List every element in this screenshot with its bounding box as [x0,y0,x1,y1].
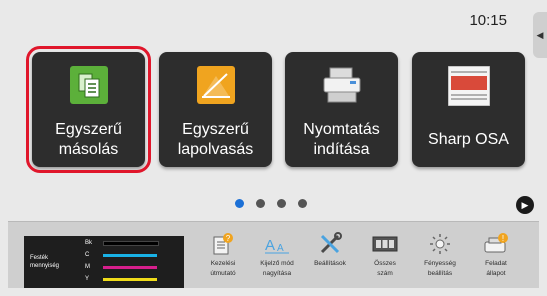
clock: 10:15 [469,12,507,29]
tile-simple-copy[interactable]: Egyszerű másolás [26,46,151,173]
brightness-button[interactable]: Fényesség beállítás [414,230,466,278]
copy-icon [69,66,108,109]
scan-icon [196,66,235,109]
tile-simple-scan[interactable]: Egyszerű lapolvasás [159,52,272,167]
job-status-icon: ! [470,230,522,258]
brightness-icon [414,230,466,258]
bottom-bar: Festék mennyiség Bk C M Y ? Kezelési útm… [8,221,539,288]
tile-label-line2: másolás [58,141,119,158]
total-count-button[interactable]: Összes szám [359,230,411,278]
toner-bar-black [103,240,159,246]
toner-row-yellow: Y [85,275,157,283]
toner-row-cyan: C [85,251,157,259]
settings-button[interactable]: Beállítások [304,230,356,268]
operation-guide-button[interactable]: ? Kezelési útmutató [197,230,249,278]
status-bar: 10:15 [8,6,533,36]
job-status-button[interactable]: ! Feladat állapot [470,230,522,278]
tile-label: Sharp OSA [428,131,509,148]
toner-bar-cyan [103,253,157,257]
zoom-text-icon: A A [251,230,303,258]
page-dot[interactable] [298,199,307,208]
tile-label-line2: lapolvasás [177,141,254,158]
tools-icon [304,230,356,258]
osa-icon [447,65,490,111]
tile-sharp-osa[interactable]: Sharp OSA [412,52,525,167]
side-panel-tab[interactable]: ◀ [533,12,547,58]
page-dot[interactable] [277,199,286,208]
page-dot-active[interactable] [235,199,244,208]
next-page-button[interactable]: ▶ [516,196,534,214]
tile-label-line1: Egyszerű [55,121,122,138]
toner-level-panel[interactable]: Festék mennyiség Bk C M Y [24,236,184,288]
tile-label-line1: Nyomtatás [303,121,380,138]
svg-text:?: ? [226,234,231,243]
svg-text:A: A [277,243,284,254]
svg-text:!: ! [502,234,504,243]
counter-icon [359,230,411,258]
toner-title: Festék mennyiség [30,255,60,269]
toner-row-magenta: M [85,263,157,271]
page-dot[interactable] [256,199,265,208]
printer-icon [320,66,364,109]
toner-bar-yellow [103,277,157,281]
svg-text:A: A [265,237,275,254]
display-zoom-button[interactable]: A A Kijelző mód nagyítása [251,230,303,278]
guide-icon: ? [197,230,249,258]
tile-label-line2: indítása [313,141,370,158]
toner-row-black: Bk [85,239,159,247]
home-screen: 10:15 ◀ Egyszerű másolás Egyszerű lapolv… [0,0,547,296]
tile-label-line1: Egyszerű [182,121,249,138]
tile-start-print[interactable]: Nyomtatás indítása [285,52,398,167]
toner-bar-magenta [103,265,157,269]
page-indicator [235,199,307,208]
